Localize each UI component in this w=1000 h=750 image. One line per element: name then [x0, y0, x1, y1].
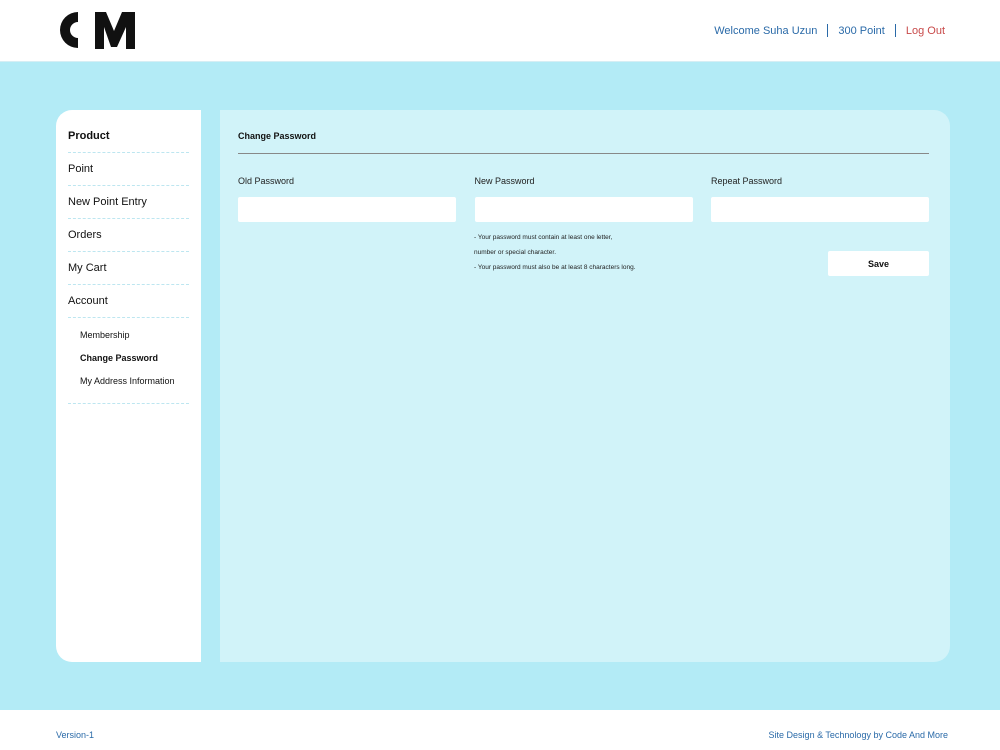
sidebar-item-new-point-entry[interactable]: New Point Entry	[68, 186, 189, 219]
nav-separator	[827, 24, 829, 37]
main-content: Change Password Old Password New Passwor…	[220, 110, 950, 662]
save-button[interactable]: Save	[828, 251, 929, 276]
old-password-label: Old Password	[238, 176, 295, 186]
old-password-group: Old Password	[238, 176, 456, 222]
submenu-item-address-information[interactable]: My Address Information	[80, 370, 189, 393]
repeat-password-group: Repeat Password	[711, 176, 929, 222]
repeat-password-label: Repeat Password	[711, 176, 783, 186]
welcome-link[interactable]: Welcome Suha Uzun	[714, 25, 817, 37]
page-title: Change Password	[238, 131, 929, 154]
user-nav: Welcome Suha Uzun 300 Point Log Out	[714, 24, 945, 37]
password-hint-line: - Your password must contain at least on…	[474, 234, 613, 241]
new-password-group: New Password	[474, 176, 693, 222]
sidebar-item-point[interactable]: Point	[68, 153, 189, 186]
repeat-password-input[interactable]	[711, 197, 929, 222]
version-label: Version-1	[56, 730, 95, 740]
account-submenu: Membership Change Password My Address In…	[68, 318, 189, 404]
password-hints: - Your password must contain at least on…	[474, 230, 636, 275]
sidebar: Product Point New Point Entry Orders My …	[56, 110, 201, 662]
old-password-input[interactable]	[238, 197, 456, 222]
sidebar-item-account[interactable]: Account	[68, 285, 189, 318]
new-password-input[interactable]	[474, 197, 693, 222]
password-hint-line: - Your password must also be at least 8 …	[474, 264, 636, 271]
points-link[interactable]: 300 Point	[838, 25, 884, 37]
submenu-item-change-password[interactable]: Change Password	[80, 347, 189, 370]
logout-link[interactable]: Log Out	[906, 25, 945, 37]
footer: Version-1 Site Design & Technology by Co…	[0, 710, 1000, 750]
sidebar-item-my-cart[interactable]: My Cart	[68, 252, 189, 285]
sidebar-item-orders[interactable]: Orders	[68, 219, 189, 252]
sidebar-item-product[interactable]: Product	[68, 120, 189, 153]
new-password-label: New Password	[474, 176, 535, 186]
credit-link[interactable]: Site Design & Technology by Code And Mor…	[769, 730, 948, 740]
submenu-item-membership[interactable]: Membership	[80, 324, 189, 347]
cm-logo[interactable]	[57, 9, 137, 51]
nav-separator	[894, 24, 896, 37]
password-hint-line: number or special character.	[474, 249, 557, 256]
header: Welcome Suha Uzun 300 Point Log Out	[0, 0, 1000, 62]
password-fields: Old Password New Password Repeat Passwor…	[238, 176, 929, 222]
